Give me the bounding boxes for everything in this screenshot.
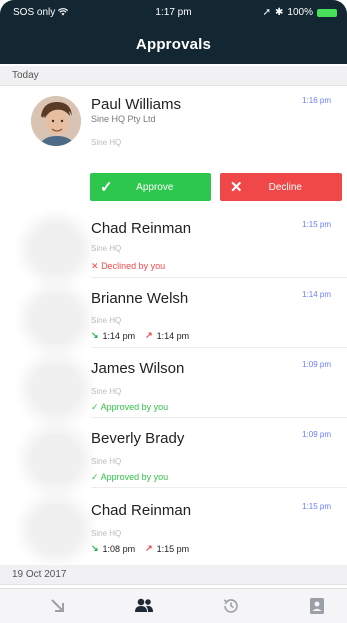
divider	[91, 417, 347, 418]
location-name: Sine HQ	[91, 316, 122, 325]
requester-name: Chad Reinman	[91, 502, 192, 519]
location-name: Sine HQ	[91, 457, 122, 466]
section-header-today: Today	[0, 66, 347, 86]
request-time: 1:09 pm	[302, 430, 331, 439]
status-declined: ✕ Declined by you	[91, 261, 165, 272]
in-out-times: ↘ 1:14 pm ↗ 1:14 pm	[91, 330, 189, 341]
status-bar: SOS only 1:17 pm ➚ ✱ 100%	[0, 0, 347, 22]
company-name: Sine HQ Pty Ltd	[91, 114, 156, 124]
close-icon: ✕	[230, 179, 243, 196]
status-right: ➚ ✱ 100%	[263, 7, 337, 18]
arrow-down-right-icon	[28, 596, 88, 621]
tab-profile[interactable]	[287, 589, 347, 623]
location-arrow-icon: ➚	[262, 7, 272, 18]
divider	[91, 277, 347, 278]
list-item[interactable]: Chad Reinman Sine HQ ✕ Declined by you 1…	[0, 214, 347, 278]
clock-out-time: 1:14 pm	[156, 330, 190, 341]
check-icon: ✓	[91, 402, 99, 412]
divider	[91, 347, 347, 348]
list-item[interactable]: Chad Reinman Sine HQ ↘ 1:08 pm ↗ 1:15 pm…	[0, 494, 347, 556]
status-text: Approved by you	[100, 402, 169, 412]
tab-sign-in[interactable]	[28, 589, 88, 623]
people-icon	[114, 596, 174, 621]
section-header-date: 19 Oct 2017	[0, 565, 347, 585]
decline-button[interactable]: ✕ Decline	[220, 173, 342, 201]
avatar	[31, 294, 81, 344]
request-time: 1:15 pm	[302, 220, 331, 229]
status-text: Approved by you	[100, 472, 169, 482]
avatar	[31, 504, 81, 554]
requester-name: Brianne Welsh	[91, 290, 189, 307]
request-time: 1:14 pm	[302, 290, 331, 299]
status-text: Declined by you	[101, 261, 166, 271]
avatar	[31, 96, 81, 146]
phone-screen: SOS only 1:17 pm ➚ ✱ 100% Approvals Toda…	[0, 0, 347, 623]
divider	[91, 487, 347, 488]
requester-name: Beverly Brady	[91, 430, 185, 447]
avatar	[31, 364, 81, 414]
requester-name: James Wilson	[91, 360, 185, 377]
profile-icon	[287, 596, 347, 621]
status-approved: ✓ Approved by you	[91, 402, 168, 413]
clock-in-arrow-icon: ↘	[91, 330, 99, 340]
history-icon	[201, 596, 261, 621]
request-time: 1:15 pm	[302, 502, 331, 511]
request-time: 1:09 pm	[302, 360, 331, 369]
requester-name: Chad Reinman	[91, 220, 192, 237]
avatar	[31, 224, 81, 274]
request-time: 1:16 pm	[302, 96, 331, 105]
tab-approvals[interactable]	[114, 589, 174, 623]
check-icon: ✓	[100, 179, 113, 196]
location-name: Sine HQ	[91, 387, 122, 396]
location-name: Sine HQ	[91, 244, 122, 253]
location-name: Sine HQ	[91, 529, 122, 538]
page-title: Approvals	[135, 36, 212, 53]
avatar	[31, 434, 81, 484]
clock-in-time: 1:14 pm	[102, 330, 136, 341]
check-icon: ✓	[91, 472, 99, 482]
clock-out-time: 1:15 pm	[156, 543, 190, 554]
clock-out-arrow-icon: ↗	[145, 330, 153, 340]
list-item[interactable]: Beverly Brady Sine HQ ✓ Approved by you …	[0, 424, 347, 488]
bluetooth-icon: ✱	[275, 7, 284, 18]
list-item[interactable]: Brianne Welsh Sine HQ ↘ 1:14 pm ↗ 1:14 p…	[0, 284, 347, 348]
close-icon: ✕	[91, 261, 99, 271]
in-out-times: ↘ 1:08 pm ↗ 1:15 pm	[91, 543, 189, 554]
tab-bar	[0, 588, 347, 623]
decline-label: Decline	[268, 181, 302, 193]
approve-label: Approve	[136, 181, 174, 193]
status-approved: ✓ Approved by you	[91, 472, 168, 483]
battery-icon	[317, 8, 337, 17]
battery-percent: 100%	[287, 7, 313, 18]
clock-out-arrow-icon: ↗	[145, 543, 153, 553]
clock-in-time: 1:08 pm	[102, 543, 136, 554]
tab-timesheets[interactable]	[201, 589, 261, 623]
list-item[interactable]: James Wilson Sine HQ ✓ Approved by you 1…	[0, 354, 347, 418]
requester-name: Paul Williams	[91, 96, 182, 113]
approve-button[interactable]: ✓ Approve	[90, 173, 211, 201]
clock-in-arrow-icon: ↘	[91, 543, 99, 553]
location-name: Sine HQ	[91, 138, 122, 147]
top-bar: SOS only 1:17 pm ➚ ✱ 100% Approvals	[0, 0, 347, 64]
